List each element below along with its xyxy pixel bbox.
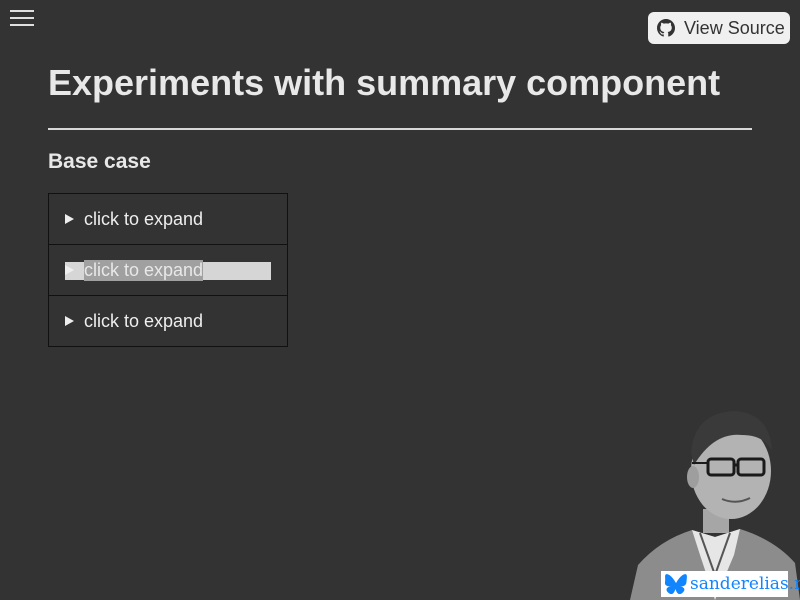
view-source-label: View Source	[684, 17, 785, 38]
disclosure-triangle-icon	[65, 214, 74, 224]
menu-bar	[10, 10, 34, 12]
page-title: Experiments with summary component	[48, 62, 721, 103]
menu-bar	[10, 24, 34, 26]
butterfly-icon	[665, 574, 687, 594]
menu-bar	[10, 17, 34, 19]
summary-item[interactable]: click to expand	[48, 193, 288, 245]
summary-label: click to expand	[84, 259, 204, 281]
hamburger-menu-icon[interactable]	[10, 9, 34, 27]
summary-label: click to expand	[84, 310, 204, 331]
summary-label: click to expand	[84, 208, 204, 229]
view-source-button[interactable]: View Source	[648, 12, 790, 44]
title-divider	[48, 128, 752, 130]
site-badge-link[interactable]: sanderelias.nl	[661, 571, 800, 597]
page: View Source Experiments with summary com…	[0, 0, 800, 600]
disclosure-triangle-icon	[65, 316, 74, 326]
summary-list: click to expand click to expand click to…	[48, 193, 288, 347]
github-icon	[657, 19, 675, 37]
summary-item[interactable]: click to expand	[48, 244, 288, 296]
site-badge-text: sanderelias.nl	[690, 574, 800, 594]
summary-item[interactable]: click to expand	[48, 295, 288, 347]
section-heading: Base case	[48, 150, 151, 173]
disclosure-triangle-icon	[65, 265, 74, 275]
